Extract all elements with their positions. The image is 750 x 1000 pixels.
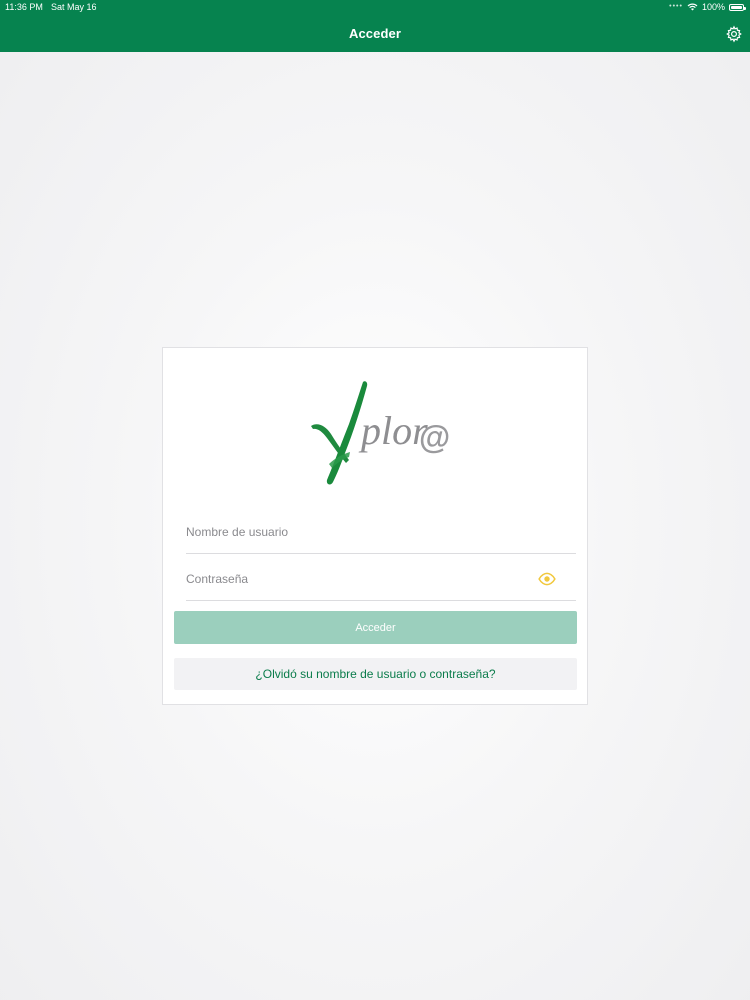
wifi-icon — [687, 3, 698, 11]
username-field[interactable] — [186, 513, 576, 554]
eye-icon — [538, 572, 556, 586]
signal-dots-icon: •••• — [669, 3, 683, 10]
xplora-logo: plor @ — [311, 381, 450, 485]
status-date: Sat May 16 — [51, 2, 97, 12]
show-password-button[interactable] — [538, 570, 556, 588]
battery-percentage: 100% — [701, 2, 725, 12]
login-button[interactable]: Acceder — [174, 611, 577, 644]
status-indicators: •••• 100% — [669, 0, 746, 14]
svg-text:@: @ — [419, 419, 450, 455]
gear-icon — [726, 25, 742, 43]
username-input[interactable] — [186, 513, 576, 551]
battery-icon — [729, 3, 746, 11]
login-card: plor @ Acceder ¿Olvidó su nombre de usua… — [162, 347, 588, 705]
page-title: Acceder — [348, 26, 401, 41]
password-input[interactable] — [186, 560, 576, 598]
svg-text:plor: plor — [358, 408, 428, 453]
status-time: 11:36 PM — [5, 2, 43, 12]
status-bar: 11:36 PM Sat May 16 •••• 100% — [0, 0, 750, 14]
password-field[interactable] — [186, 560, 576, 601]
settings-button[interactable] — [724, 24, 744, 44]
navigation-bar: 11:36 PM Sat May 16 •••• 100% Acceder — [0, 0, 750, 52]
forgot-credentials-link[interactable]: ¿Olvidó su nombre de usuario o contraseñ… — [174, 658, 577, 690]
